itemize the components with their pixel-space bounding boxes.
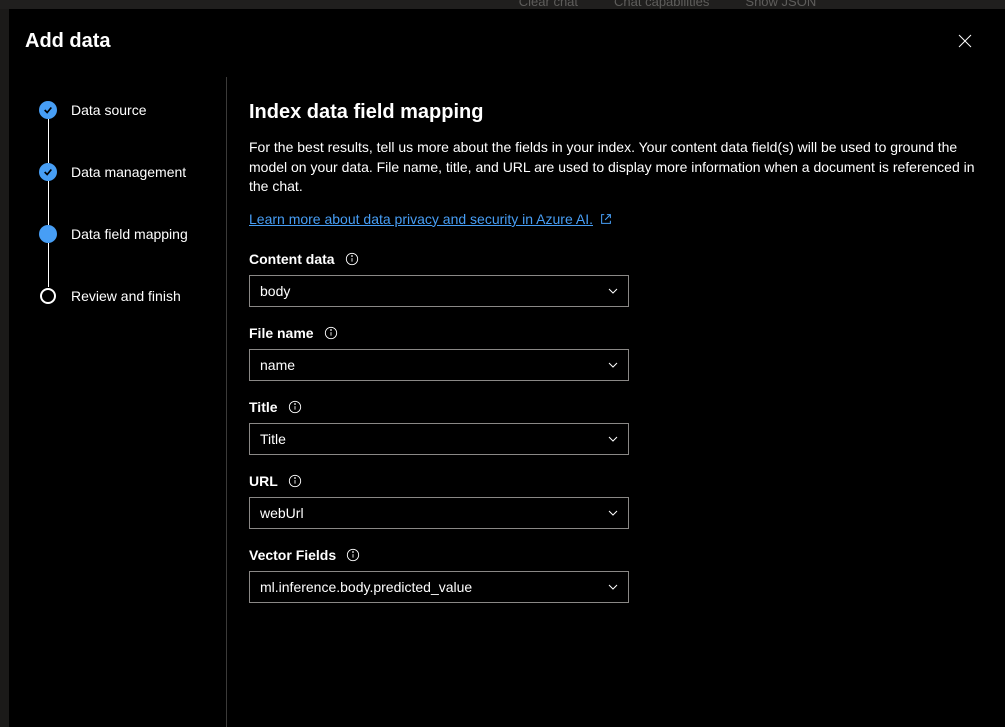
checkmark-icon <box>43 167 53 177</box>
info-icon[interactable] <box>288 474 302 488</box>
checkmark-icon <box>43 105 53 115</box>
step-label: Data management <box>71 164 186 180</box>
learn-more-link[interactable]: Learn more about data privacy and securi… <box>249 211 613 227</box>
modal-title: Add data <box>25 30 111 53</box>
close-button[interactable] <box>949 25 981 57</box>
step-connector <box>48 119 49 163</box>
select-vector-fields[interactable] <box>249 571 629 603</box>
select-wrapper <box>249 497 629 529</box>
close-icon <box>958 34 972 48</box>
content-area: Index data field mapping For the best re… <box>227 77 1005 727</box>
select-wrapper <box>249 571 629 603</box>
select-url[interactable] <box>249 497 629 529</box>
bg-clear-chat: Clear chat <box>511 0 586 9</box>
select-wrapper <box>249 423 629 455</box>
step-review-finish[interactable]: Review and finish <box>39 287 210 305</box>
step-indicator-completed <box>39 163 57 181</box>
step-indicator-completed <box>39 101 57 119</box>
bg-chat-capabilities: Chat capabilities <box>606 0 717 9</box>
step-data-field-mapping[interactable]: Data field mapping <box>39 225 210 243</box>
field-url: URL <box>249 473 981 529</box>
select-file-name[interactable] <box>249 349 629 381</box>
modal-body: Data source Data management Data field m… <box>9 77 1005 727</box>
label-file-name: File name <box>249 325 981 341</box>
step-label: Review and finish <box>71 288 181 304</box>
page-description: For the best results, tell us more about… <box>249 138 981 197</box>
info-icon[interactable] <box>345 252 359 266</box>
page-title: Index data field mapping <box>249 101 981 124</box>
select-wrapper <box>249 275 629 307</box>
info-icon[interactable] <box>346 548 360 562</box>
steps-sidebar: Data source Data management Data field m… <box>9 77 227 727</box>
label-vector-fields: Vector Fields <box>249 547 981 563</box>
step-data-source[interactable]: Data source <box>39 101 210 119</box>
select-wrapper <box>249 349 629 381</box>
step-indicator-current <box>39 225 57 243</box>
info-icon[interactable] <box>324 326 338 340</box>
step-label: Data source <box>71 102 146 118</box>
step-connector <box>48 181 49 225</box>
select-content-data[interactable] <box>249 275 629 307</box>
modal-header: Add data <box>9 9 1005 77</box>
step-data-management[interactable]: Data management <box>39 163 210 181</box>
steps-list: Data source Data management Data field m… <box>39 101 210 305</box>
field-title: Title <box>249 399 981 455</box>
field-file-name: File name <box>249 325 981 381</box>
step-indicator-pending <box>40 288 56 304</box>
learn-more-text: Learn more about data privacy and securi… <box>249 211 593 227</box>
external-link-icon <box>599 212 613 226</box>
label-url: URL <box>249 473 981 489</box>
background-toolbar: Clear chat Chat capabilities Show JSON <box>0 0 1005 9</box>
label-title: Title <box>249 399 981 415</box>
field-content-data: Content data <box>249 251 981 307</box>
add-data-modal: Add data Data source <box>9 9 1005 727</box>
label-content-data: Content data <box>249 251 981 267</box>
bg-show-json: Show JSON <box>737 0 824 9</box>
step-connector <box>48 243 49 287</box>
step-label: Data field mapping <box>71 226 188 242</box>
select-title[interactable] <box>249 423 629 455</box>
info-icon[interactable] <box>288 400 302 414</box>
field-vector-fields: Vector Fields <box>249 547 981 603</box>
